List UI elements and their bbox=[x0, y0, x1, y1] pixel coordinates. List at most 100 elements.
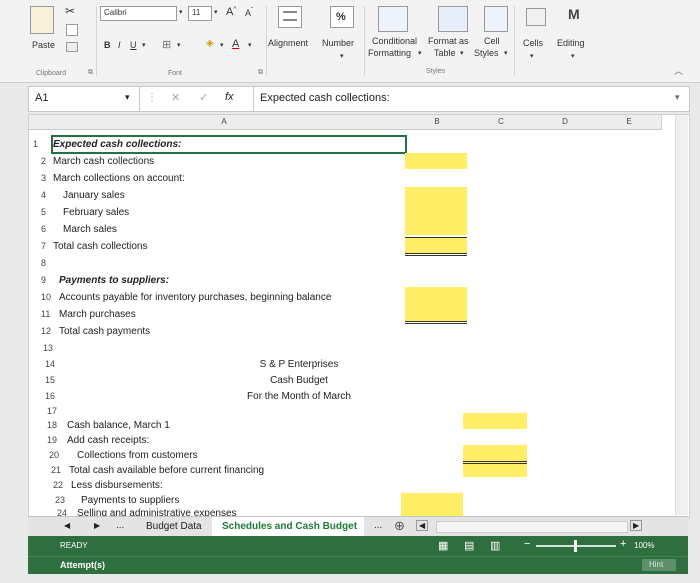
format-as-table-dropdown-icon[interactable]: ▾ bbox=[460, 49, 464, 57]
number-dropdown-icon[interactable]: ▾ bbox=[340, 52, 344, 60]
zoom-level[interactable]: 100% bbox=[634, 541, 654, 550]
enter-icon[interactable]: ✓ bbox=[199, 91, 208, 104]
editing-button[interactable]: Editing bbox=[557, 38, 585, 48]
shrink-font-icon[interactable]: Aˇ bbox=[245, 8, 253, 18]
cell-a9[interactable]: Payments to suppliers: bbox=[59, 275, 169, 286]
cell-title-period[interactable]: For the Month of March bbox=[199, 391, 399, 402]
tab-scroll-left-icon[interactable]: ◀ bbox=[416, 520, 429, 531]
zoom-slider-thumb[interactable] bbox=[574, 540, 577, 552]
italic-icon[interactable]: I bbox=[118, 40, 121, 50]
worksheet-grid[interactable]: A B C D E 1 Expected cash collections: 2… bbox=[28, 114, 690, 518]
font-name-box[interactable]: Calibri bbox=[100, 6, 177, 21]
cell-a11[interactable]: March purchases bbox=[59, 309, 136, 320]
cell-title-report[interactable]: Cash Budget bbox=[199, 375, 399, 386]
cell-a3[interactable]: March collections on account: bbox=[53, 173, 185, 184]
underline-dropdown-icon[interactable]: ▾ bbox=[142, 41, 146, 49]
next-sheet-icon[interactable]: ▶ bbox=[94, 521, 100, 530]
paste-icon[interactable] bbox=[30, 6, 54, 34]
conditional-formatting-button[interactable]: Conditional bbox=[372, 36, 417, 46]
add-sheet-icon[interactable]: ⊕ bbox=[394, 518, 405, 534]
fill-color-icon[interactable]: ◈ bbox=[206, 38, 214, 49]
format-as-table-button[interactable]: Format as bbox=[428, 36, 469, 46]
cell-title-company[interactable]: S & P Enterprises bbox=[199, 359, 399, 370]
zoom-out-icon[interactable]: − bbox=[524, 538, 530, 550]
bold-icon[interactable]: B bbox=[104, 40, 111, 50]
borders-icon[interactable]: ⊞ bbox=[162, 38, 171, 51]
font-launcher-icon[interactable]: ⧉ bbox=[258, 69, 263, 77]
editing-icon[interactable]: M bbox=[568, 6, 580, 22]
vertical-scrollbar[interactable] bbox=[675, 115, 688, 515]
font-size-dropdown-icon[interactable]: ▾ bbox=[214, 8, 218, 16]
horizontal-scrollbar[interactable] bbox=[436, 521, 628, 533]
select-all-corner[interactable] bbox=[29, 115, 44, 130]
underline-icon[interactable]: U bbox=[130, 40, 137, 50]
cell-a10[interactable]: Accounts payable for inventory purchases… bbox=[59, 292, 331, 303]
alignment-icon[interactable] bbox=[278, 6, 302, 28]
tabs-overflow-right[interactable]: ... bbox=[374, 520, 382, 531]
copy-icon[interactable] bbox=[66, 24, 78, 36]
tab-schedules-and-cash-budget[interactable]: Schedules and Cash Budget bbox=[212, 517, 364, 538]
page-break-view-icon[interactable]: ▥ bbox=[490, 539, 500, 552]
zoom-in-icon[interactable]: + bbox=[620, 538, 626, 550]
cell-a6[interactable]: March sales bbox=[63, 224, 117, 235]
number-button[interactable]: Number bbox=[322, 38, 354, 48]
column-header-a[interactable]: A bbox=[43, 115, 406, 130]
cell-a2[interactable]: March cash collections bbox=[53, 156, 154, 167]
cell-a20[interactable]: Collections from customers bbox=[77, 450, 198, 461]
cell-a7[interactable]: Total cash collections bbox=[53, 241, 148, 252]
cells-button[interactable]: Cells bbox=[523, 38, 543, 48]
expand-formula-bar-icon[interactable]: ▾ bbox=[675, 92, 680, 103]
editing-dropdown-icon[interactable]: ▾ bbox=[571, 52, 575, 60]
cell-a5[interactable]: February sales bbox=[63, 207, 129, 218]
column-header-e[interactable]: E bbox=[597, 115, 662, 130]
input-cell-b4[interactable] bbox=[405, 187, 467, 235]
cell-a21[interactable]: Total cash available before current fina… bbox=[69, 465, 264, 476]
borders-dropdown-icon[interactable]: ▾ bbox=[177, 41, 181, 49]
cell-a4[interactable]: January sales bbox=[63, 190, 125, 201]
font-size-box[interactable]: 11 bbox=[188, 6, 212, 21]
cancel-icon[interactable]: ✕ bbox=[171, 91, 180, 104]
conditional-formatting-dropdown-icon[interactable]: ▾ bbox=[418, 49, 422, 57]
tabs-overflow-left[interactable]: ... bbox=[116, 520, 124, 531]
name-box-dropdown-icon[interactable]: ▾ bbox=[125, 92, 130, 103]
cell-a12[interactable]: Total cash payments bbox=[59, 326, 150, 337]
conditional-formatting-icon[interactable] bbox=[378, 6, 408, 32]
prev-sheet-icon[interactable]: ◀ bbox=[64, 521, 70, 530]
formula-input[interactable]: Expected cash collections: bbox=[253, 87, 674, 111]
format-painter-icon[interactable] bbox=[66, 42, 78, 52]
fill-color-dropdown-icon[interactable]: ▾ bbox=[220, 41, 224, 49]
grow-font-icon[interactable]: A^ bbox=[226, 6, 236, 18]
font-color-icon[interactable]: A bbox=[232, 38, 239, 50]
page-layout-view-icon[interactable]: ▤ bbox=[464, 539, 474, 552]
input-cell-b7[interactable] bbox=[405, 237, 467, 253]
cell-styles-button[interactable]: Cell bbox=[484, 36, 500, 46]
input-cell-b23[interactable] bbox=[401, 493, 463, 517]
tab-budget-data[interactable]: Budget Data bbox=[146, 521, 202, 532]
cell-a19[interactable]: Add cash receipts: bbox=[67, 435, 149, 446]
percent-icon[interactable]: % bbox=[330, 6, 354, 28]
formula-options-icon[interactable]: ⋮ bbox=[147, 92, 157, 103]
input-cell-b1[interactable] bbox=[405, 153, 467, 169]
cut-icon[interactable]: ✂ bbox=[65, 4, 75, 18]
cells-icon[interactable] bbox=[526, 8, 546, 26]
cell-a23[interactable]: Payments to suppliers bbox=[81, 495, 179, 506]
normal-view-icon[interactable]: ▦ bbox=[438, 539, 448, 552]
clipboard-launcher-icon[interactable]: ⧉ bbox=[88, 69, 93, 77]
input-cell-c18[interactable] bbox=[463, 413, 527, 429]
hint-button[interactable]: Hint bbox=[642, 559, 676, 571]
insert-function-icon[interactable]: fx bbox=[225, 91, 234, 103]
format-as-table-icon[interactable] bbox=[438, 6, 468, 32]
cell-a1[interactable]: Expected cash collections: bbox=[53, 139, 181, 150]
cells-dropdown-icon[interactable]: ▾ bbox=[530, 52, 534, 60]
font-name-dropdown-icon[interactable]: ▾ bbox=[179, 8, 183, 16]
name-box[interactable]: A1 ▾ bbox=[29, 87, 140, 111]
cell-styles-icon[interactable] bbox=[484, 6, 508, 32]
font-color-dropdown-icon[interactable]: ▾ bbox=[248, 41, 252, 49]
collapse-ribbon-icon[interactable]: ︿ bbox=[674, 64, 683, 77]
cell-a22[interactable]: Less disbursements: bbox=[71, 480, 163, 491]
tab-scroll-right-icon[interactable]: ▶ bbox=[630, 520, 643, 531]
column-header-d[interactable]: D bbox=[533, 115, 598, 130]
alignment-button[interactable]: Alignment bbox=[268, 38, 308, 48]
column-header-b[interactable]: B bbox=[405, 115, 470, 130]
column-header-c[interactable]: C bbox=[469, 115, 534, 130]
